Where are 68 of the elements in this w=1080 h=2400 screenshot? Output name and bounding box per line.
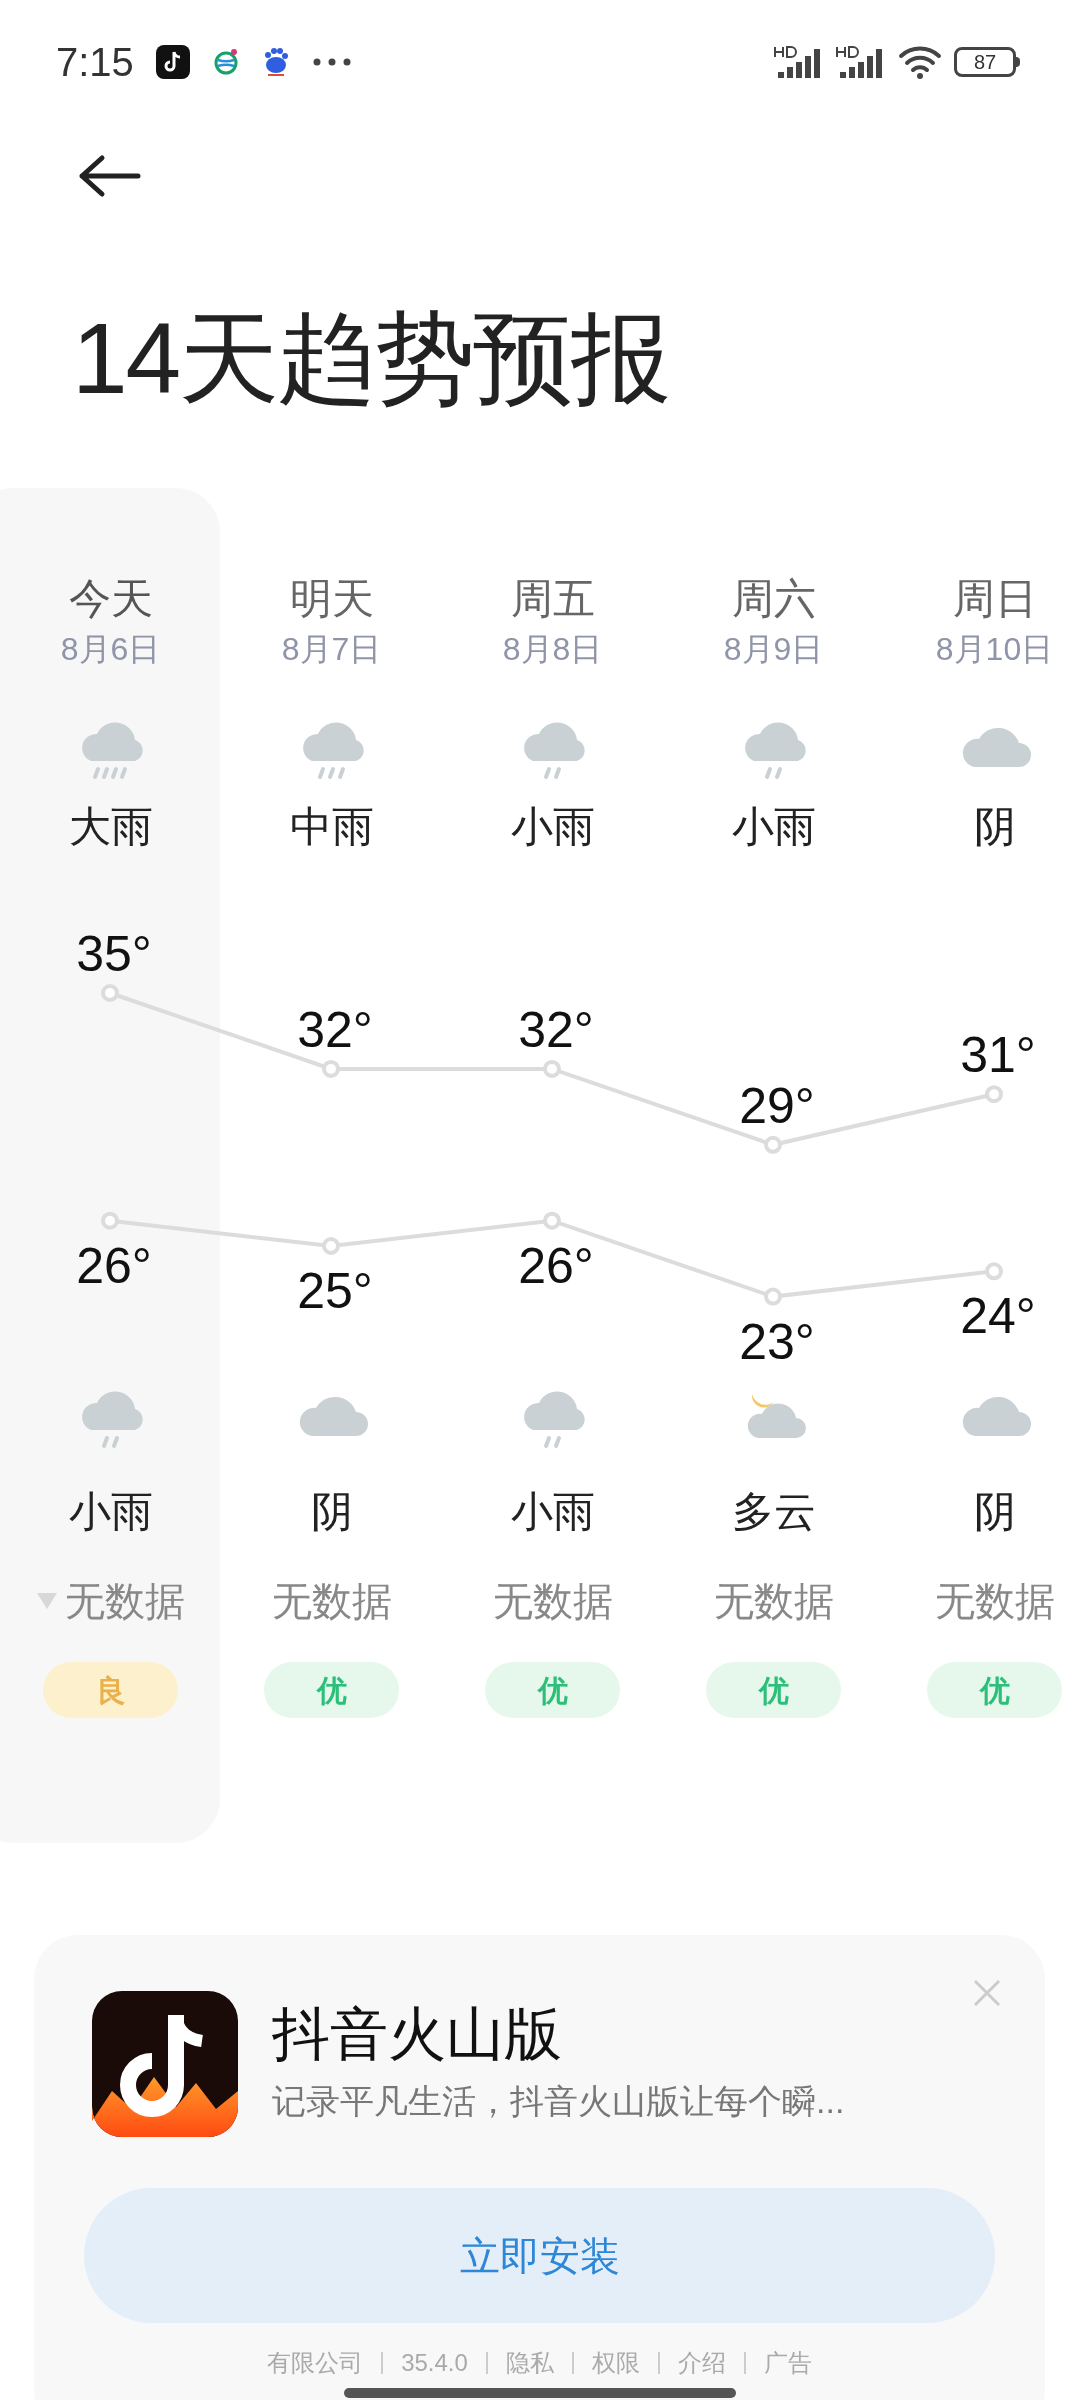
temperature-label: 24° <box>960 1288 1036 1345</box>
developer-name: 有限公司 <box>267 2348 364 2378</box>
day-date: 8月6日 <box>60 630 161 669</box>
back-icon[interactable] <box>78 154 142 198</box>
temperature-point <box>543 1059 561 1078</box>
night-condition: 小雨 <box>68 1487 153 1537</box>
footer-link[interactable]: 35.4.0 <box>401 2345 468 2381</box>
page-title: 14天趋势预报 <box>72 308 670 408</box>
day-name[interactable]: 明天 <box>289 573 374 625</box>
status-time: 7:15 <box>56 39 134 86</box>
temperature-label: 23° <box>739 1313 815 1370</box>
day-name[interactable]: 周五 <box>510 573 595 625</box>
day-condition: 小雨 <box>731 802 816 852</box>
aqi-badge: 优 <box>706 1662 841 1718</box>
day-name[interactable]: 今天 <box>68 573 153 625</box>
temperature-label: 32° <box>518 1001 594 1058</box>
day-condition: 大雨 <box>68 802 153 852</box>
day-name[interactable]: 周日 <box>952 573 1037 625</box>
footer-link[interactable]: 权限 <box>591 2345 640 2381</box>
temperature-point <box>764 1287 782 1306</box>
temperature-point <box>985 1085 1003 1104</box>
temperature-label: 26° <box>76 1237 152 1294</box>
wifi-icon <box>898 45 942 79</box>
app-icon <box>92 1991 238 2137</box>
footer-link[interactable]: 广告 <box>763 2345 812 2381</box>
app-description: 记录平凡生活，抖音火山版让每个瞬... <box>272 2081 845 2122</box>
footer-link[interactable]: 介绍 <box>677 2345 726 2381</box>
day-date: 8月7日 <box>281 630 382 669</box>
battery-icon: 87 <box>954 47 1016 77</box>
day-condition: 小雨 <box>510 802 595 852</box>
footer-link[interactable]: 隐私 <box>505 2345 554 2381</box>
temperature-point <box>764 1135 782 1154</box>
day-date: 8月10日 <box>935 630 1054 669</box>
temperature-point <box>101 1211 119 1230</box>
temperature-point <box>322 1059 340 1078</box>
temperature-label: 26° <box>518 1237 594 1294</box>
temperature-label: 29° <box>739 1077 815 1134</box>
aqi-badge: 优 <box>485 1662 620 1718</box>
temperature-label: 25° <box>297 1263 373 1319</box>
wind-value: 无数据 <box>64 1578 185 1625</box>
night-condition: 多云 <box>731 1487 816 1537</box>
install-button[interactable]: 立即安装 <box>84 2188 995 2323</box>
wind-value: 无数据 <box>934 1578 1055 1625</box>
night-condition: 阴 <box>310 1487 353 1537</box>
temperature-point <box>101 984 119 1002</box>
temperature-label: 32° <box>297 1001 373 1058</box>
aqi-badge: 优 <box>264 1662 399 1718</box>
temperature-point <box>322 1237 340 1255</box>
app-name: 抖音火山版 <box>272 2000 563 2068</box>
wind-value: 无数据 <box>492 1578 613 1625</box>
wind-value: 无数据 <box>271 1578 392 1625</box>
temperature-label: 35° <box>76 933 152 982</box>
wind-value: 无数据 <box>713 1578 834 1625</box>
battery-tip <box>1016 57 1020 67</box>
night-condition: 小雨 <box>510 1487 595 1537</box>
night-condition: 阴 <box>973 1487 1016 1537</box>
aqi-badge: 优 <box>927 1662 1062 1718</box>
temperature-point <box>985 1262 1003 1281</box>
day-condition: 阴 <box>973 802 1016 852</box>
aqi-badge: 良 <box>43 1662 178 1718</box>
more-icon <box>311 57 352 67</box>
day-date: 8月9日 <box>723 630 824 669</box>
day-date: 8月8日 <box>502 630 603 669</box>
temperature-point <box>543 1211 561 1230</box>
day-name[interactable]: 周六 <box>731 573 816 625</box>
note-app-icon <box>155 45 190 79</box>
day-condition: 中雨 <box>289 802 374 852</box>
temperature-label: 31° <box>960 1027 1036 1084</box>
